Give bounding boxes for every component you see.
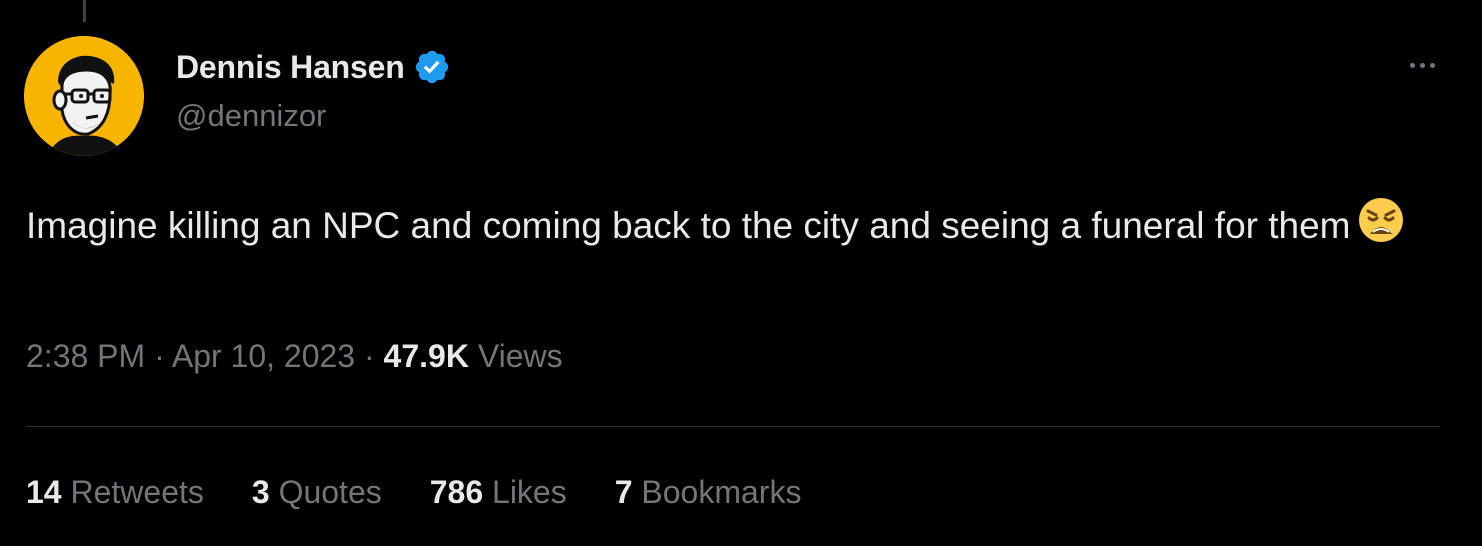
- tweet-time[interactable]: 2:38 PM: [26, 338, 145, 374]
- divider: [26, 426, 1440, 427]
- retweets-count: 14: [26, 474, 62, 510]
- quotes-stat[interactable]: 3 Quotes: [252, 474, 382, 511]
- avatar[interactable]: [24, 36, 144, 156]
- author-handle[interactable]: @dennizor: [176, 98, 326, 134]
- author-display-name[interactable]: Dennis Hansen: [176, 49, 405, 86]
- views-count: 47.9K: [383, 338, 469, 374]
- retweets-stat[interactable]: 14 Retweets: [26, 474, 204, 511]
- more-dot-3: [1429, 62, 1435, 68]
- retweets-label: Retweets: [70, 474, 204, 510]
- likes-stat[interactable]: 786 Likes: [430, 474, 567, 511]
- bookmarks-stat[interactable]: 7 Bookmarks: [615, 474, 802, 511]
- weary-face-emoji-icon: [1357, 196, 1405, 244]
- engagement-stats: 14 Retweets 3 Quotes 786 Likes 7 Bookmar…: [26, 474, 849, 511]
- likes-label: Likes: [492, 474, 567, 510]
- more-dot-2: [1419, 62, 1425, 68]
- meta-separator: ·: [145, 338, 172, 374]
- thread-connector-line: [83, 0, 86, 22]
- quotes-count: 3: [251, 474, 270, 510]
- meta-separator: ·: [355, 338, 384, 374]
- quotes-label: Quotes: [278, 474, 382, 510]
- tweet-text-container: Imagine killing an NPC and coming back t…: [26, 196, 1446, 251]
- tweet-date[interactable]: Apr 10, 2023: [172, 338, 355, 374]
- tweet-text: Imagine killing an NPC and coming back t…: [26, 205, 1351, 246]
- bookmarks-label: Bookmarks: [641, 474, 802, 510]
- views-label: Views: [477, 338, 563, 374]
- verified-badge-icon[interactable]: [413, 48, 451, 86]
- more-options-icon[interactable]: [1402, 50, 1442, 80]
- more-dot-1: [1409, 62, 1415, 68]
- tweet-meta: 2:38 PM · Apr 10, 2023 · 47.9K Views: [26, 338, 563, 375]
- author-name-row: Dennis Hansen: [176, 46, 451, 88]
- avatar-illustration-icon: [24, 36, 144, 156]
- likes-count: 786: [429, 474, 484, 510]
- bookmarks-count: 7: [614, 474, 633, 510]
